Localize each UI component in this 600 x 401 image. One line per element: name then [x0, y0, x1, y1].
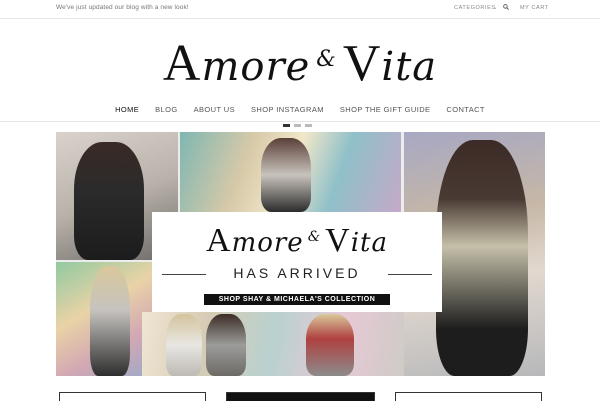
logo-wordmark: Amore & Vita — [162, 35, 438, 92]
announcement-text: We've just updated our blog with a new l… — [56, 4, 189, 11]
main-navigation: HOME BLOG ABOUT US SHOP INSTAGRAM SHOP T… — [0, 101, 600, 122]
top-bar: We've just updated our blog with a new l… — [0, 0, 600, 19]
model-photo — [206, 314, 246, 376]
banner-caption-panel: Amore & Vita HAS ARRIVED SHOP SHAY & MICHA… — [152, 212, 442, 312]
hero-banner[interactable]: Amore & Vita HAS ARRIVED SHOP SHAY & MICHA… — [56, 132, 545, 376]
nav-item-shop-instagram[interactable]: SHOP INSTAGRAM — [243, 101, 332, 114]
nav-item-contact[interactable]: CONTACT — [438, 101, 493, 114]
nav-item-about-us[interactable]: ABOUT US — [186, 101, 243, 114]
chevron-down-icon[interactable]: ⌄ — [493, 5, 497, 11]
my-cart-link[interactable]: MY CART — [520, 5, 549, 11]
model-photo — [306, 314, 354, 376]
model-photo — [166, 314, 202, 376]
slider-dot[interactable] — [305, 124, 312, 127]
nav-item-blog[interactable]: BLOG — [147, 101, 185, 114]
slider-pagination — [283, 124, 312, 127]
model-photo — [261, 138, 311, 212]
search-icon[interactable] — [503, 4, 509, 10]
banner-logo: Amore & Vita — [206, 222, 388, 259]
nav-item-shop-the-gift-guide[interactable]: SHOP THE GIFT GUIDE — [332, 101, 439, 114]
model-photo — [90, 266, 130, 376]
model-photo — [74, 142, 144, 260]
shop-collection-button[interactable]: SHOP SHAY & MICHAELA'S COLLECTION — [204, 294, 390, 305]
categories-menu[interactable]: CATEGORIES — [454, 5, 496, 11]
slider-dot[interactable] — [294, 124, 301, 127]
divider — [388, 274, 432, 275]
banner-subtitle: HAS ARRIVED — [233, 265, 361, 281]
model-photo — [436, 140, 528, 376]
nav-item-home[interactable]: HOME — [107, 101, 147, 114]
slider-dot[interactable] — [283, 124, 290, 127]
site-logo[interactable]: Amore & Vita — [0, 30, 600, 92]
